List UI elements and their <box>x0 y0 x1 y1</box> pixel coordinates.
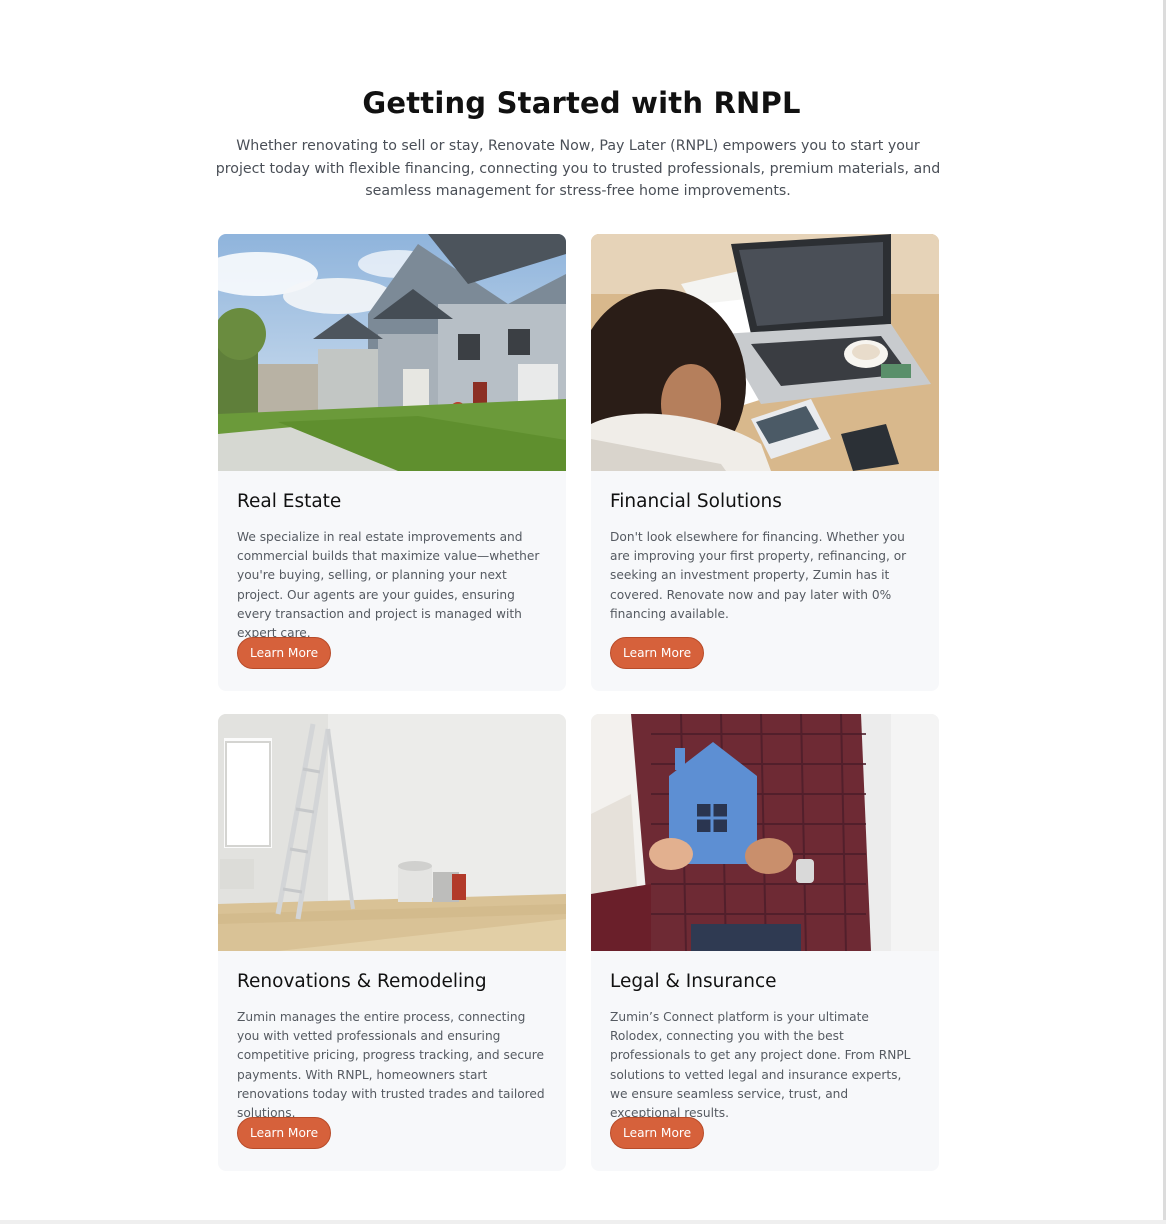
woman-calculating-finances-image <box>591 234 939 471</box>
section-divider <box>0 1220 1166 1224</box>
couple-holding-paper-house-image <box>591 714 939 951</box>
card-title: Real Estate <box>237 491 342 512</box>
card-legal-insurance: Legal & Insurance Zumin’s Connect platfo… <box>591 714 939 1171</box>
card-renovations-remodeling: Renovations & Remodeling Zumin manages t… <box>218 714 566 1171</box>
card-title: Legal & Insurance <box>610 971 777 992</box>
empty-room-ladder-image <box>218 714 566 951</box>
card-real-estate: Real Estate We specialize in real estate… <box>218 234 566 691</box>
suburban-houses-image <box>218 234 566 471</box>
learn-more-button[interactable]: Learn More <box>237 1117 332 1149</box>
card-title: Renovations & Remodeling <box>237 971 487 992</box>
section-intro: Whether renovating to sell or stay, Reno… <box>215 138 941 199</box>
learn-more-button[interactable]: Learn More <box>610 1117 705 1149</box>
card-description: Zumin manages the entire process, connec… <box>237 1010 545 1121</box>
card-description: Zumin’s Connect platform is your ultimat… <box>610 1010 911 1121</box>
learn-more-button[interactable]: Learn More <box>610 637 705 669</box>
card-title: Financial Solutions <box>610 491 782 512</box>
learn-more-button[interactable]: Learn More <box>237 637 332 669</box>
card-financial-solutions: Financial Solutions Don't look elsewhere… <box>591 234 939 691</box>
card-description: We specialize in real estate improvement… <box>237 530 540 641</box>
page: Getting Started with RNPL Whether renova… <box>0 0 1166 1224</box>
card-description: Don't look elsewhere for financing. Whet… <box>610 530 907 621</box>
section-title: Getting Started with RNPL <box>362 86 801 120</box>
